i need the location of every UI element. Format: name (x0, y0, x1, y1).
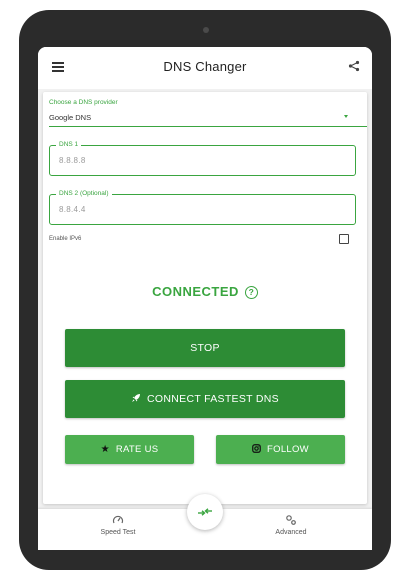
stop-button[interactable]: STOP (65, 329, 345, 367)
camera-icon (203, 27, 209, 33)
rate-us-button[interactable]: ★ RATE US (65, 435, 194, 464)
dns2-input[interactable]: 8.8.4.4 (59, 205, 86, 214)
rate-us-label: RATE US (115, 444, 159, 455)
app-screen: DNS Changer Choose a DNS provider Google… (38, 47, 372, 550)
connect-fab[interactable] (187, 494, 223, 530)
ipv6-label: Enable IPv6 (49, 236, 82, 242)
rocket-icon (132, 394, 141, 402)
nav-speed-test[interactable]: Speed Test (63, 509, 173, 536)
nav-advanced[interactable]: Advanced (236, 509, 346, 536)
dns2-field[interactable]: DNS 2 (Optional) 8.8.4.4 (49, 190, 356, 225)
app-title: DNS Changer (163, 59, 247, 74)
stop-button-label: STOP (190, 342, 220, 354)
nav-speed-test-label: Speed Test (100, 529, 136, 536)
provider-underline (49, 126, 367, 127)
dropdown-arrow-icon[interactable] (344, 115, 348, 118)
dns2-label: DNS 2 (Optional) (56, 190, 112, 197)
speedometer-icon (112, 515, 124, 524)
status-text: CONNECTED (152, 284, 239, 299)
connection-status: CONNECTED? (38, 284, 372, 299)
provider-dropdown[interactable]: Google DNS (49, 113, 91, 122)
star-icon: ★ (100, 444, 110, 455)
nav-advanced-label: Advanced (275, 529, 307, 536)
dns1-field[interactable]: DNS 1 8.8.8.8 (49, 141, 356, 176)
connect-fastest-button[interactable]: CONNECT FASTEST DNS (65, 380, 345, 418)
dns1-label: DNS 1 (56, 141, 82, 148)
help-icon[interactable]: ? (244, 286, 258, 299)
share-icon[interactable] (348, 60, 360, 72)
app-bar: DNS Changer (38, 47, 372, 89)
gears-icon (286, 515, 296, 525)
dns1-input[interactable]: 8.8.8.8 (59, 156, 86, 165)
ipv6-checkbox[interactable] (339, 234, 349, 244)
follow-button[interactable]: FOLLOW (216, 435, 345, 464)
connect-fastest-label: CONNECT FASTEST DNS (147, 393, 279, 405)
provider-label: Choose a DNS provider (49, 99, 118, 106)
instagram-icon (252, 444, 261, 453)
follow-label: FOLLOW (267, 444, 309, 455)
connect-arrows-icon (198, 508, 212, 516)
